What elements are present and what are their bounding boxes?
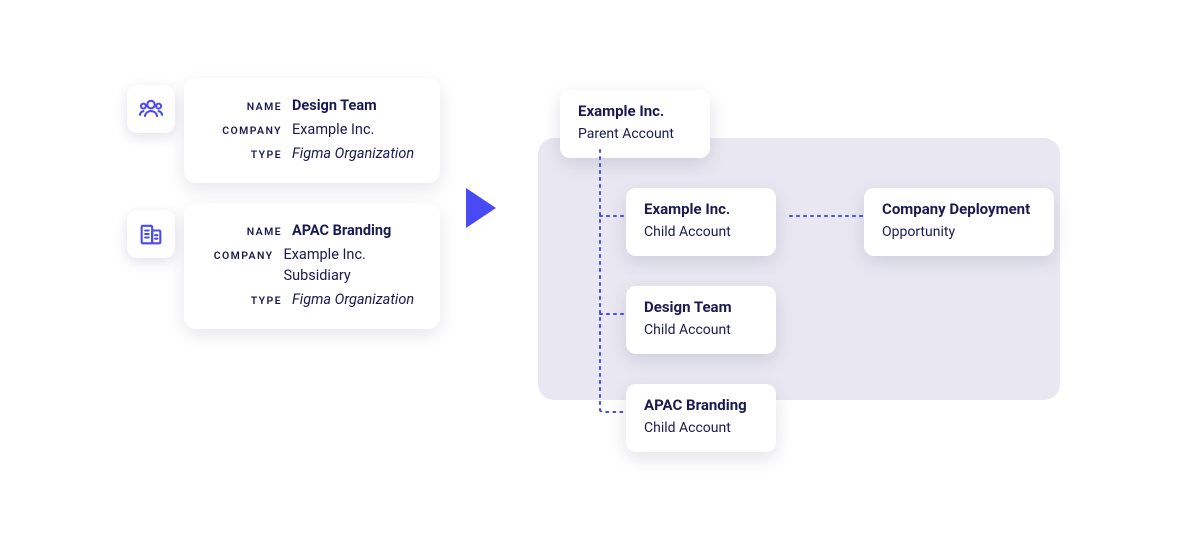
field-value-company: Example Inc. Subsidiary xyxy=(284,244,421,286)
field-value-type: Figma Organization xyxy=(292,143,414,164)
tree-node-child: Design Team Child Account xyxy=(626,286,776,354)
field-label-name: NAME xyxy=(204,99,282,114)
tree-node-parent: Example Inc. Parent Account xyxy=(560,90,710,158)
tree-panel xyxy=(538,138,1060,400)
node-title: Example Inc. xyxy=(644,200,758,220)
field-label-name: NAME xyxy=(204,224,282,239)
field-value-type: Figma Organization xyxy=(292,289,414,310)
field-value-name: APAC Branding xyxy=(292,220,391,241)
node-title: APAC Branding xyxy=(644,396,758,416)
source-card-design-team: NAME Design Team COMPANY Example Inc. TY… xyxy=(184,78,440,183)
node-subtitle: Opportunity xyxy=(882,222,1036,242)
node-subtitle: Child Account xyxy=(644,320,758,340)
node-title: Company Deployment xyxy=(882,200,1036,220)
node-subtitle: Child Account xyxy=(644,418,758,438)
source-card-apac-branding: NAME APAC Branding COMPANY Example Inc. … xyxy=(184,203,440,329)
field-value-company: Example Inc. xyxy=(292,119,374,140)
node-subtitle: Child Account xyxy=(644,222,758,242)
tree-node-opportunity: Company Deployment Opportunity xyxy=(864,188,1054,256)
field-label-company: COMPANY xyxy=(204,248,274,263)
node-subtitle: Parent Account xyxy=(578,124,692,144)
node-title: Design Team xyxy=(644,298,758,318)
field-label-company: COMPANY xyxy=(204,123,282,138)
tree-node-child: APAC Branding Child Account xyxy=(626,384,776,452)
team-icon xyxy=(127,85,175,133)
node-title: Example Inc. xyxy=(578,102,692,122)
tree-node-child: Example Inc. Child Account xyxy=(626,188,776,256)
field-value-name: Design Team xyxy=(292,95,377,116)
building-icon xyxy=(127,210,175,258)
arrow-right-icon xyxy=(464,186,498,234)
field-label-type: TYPE xyxy=(204,293,282,308)
field-label-type: TYPE xyxy=(204,147,282,162)
